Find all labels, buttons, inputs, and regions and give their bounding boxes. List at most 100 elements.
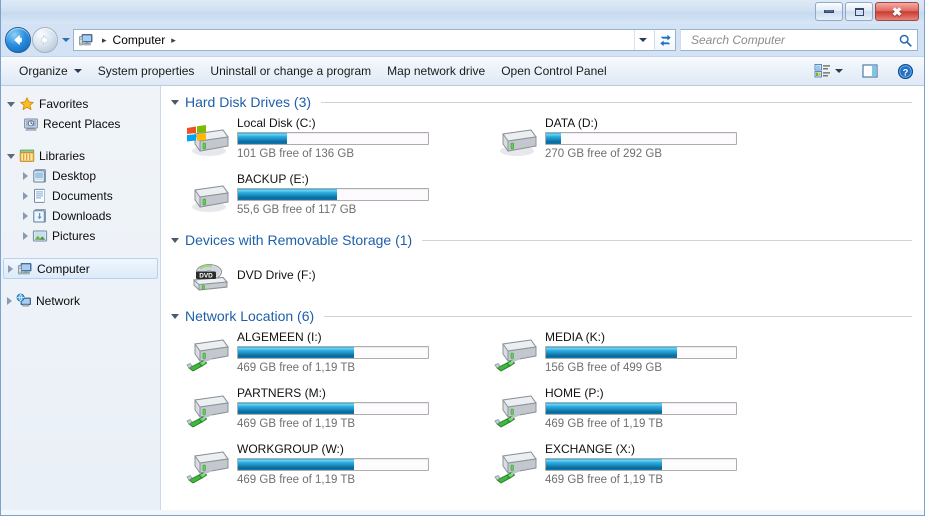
drive-item-data-d[interactable]: DATA (D:) 270 GB free of 292 GB bbox=[493, 114, 743, 166]
command-toolbar: Organize System properties Uninstall or … bbox=[1, 56, 924, 86]
maximize-button[interactable] bbox=[845, 2, 873, 21]
chevron-right-icon[interactable] bbox=[23, 232, 28, 240]
network-icon bbox=[16, 293, 31, 307]
forward-button[interactable] bbox=[32, 27, 58, 53]
drive-capacity-text: 469 GB free of 1,19 TB bbox=[237, 362, 356, 374]
system-properties-button[interactable]: System properties bbox=[90, 60, 203, 82]
breadcrumb-separator-1[interactable]: ▸ bbox=[167, 35, 180, 46]
sidebar-label: Downloads bbox=[52, 209, 112, 223]
drive-item-backup-e[interactable]: BACKUP (E:) 55,6 GB free of 117 GB bbox=[185, 170, 435, 222]
sidebar-item-recent-places[interactable]: Recent Places bbox=[1, 114, 160, 134]
sidebar-label: Computer bbox=[37, 261, 90, 276]
chevron-down-icon[interactable] bbox=[171, 237, 179, 243]
capacity-bar bbox=[237, 132, 429, 145]
group-header-network-location[interactable]: Network Location (6) bbox=[171, 308, 912, 324]
search-box[interactable] bbox=[680, 29, 918, 51]
preview-pane-button[interactable] bbox=[857, 61, 883, 81]
title-bar: ✖ bbox=[1, 0, 924, 24]
chevron-down-icon[interactable] bbox=[171, 99, 179, 105]
drive-item-exchange-x[interactable]: EXCHANGE (X:) 469 GB free of 1,19 TB bbox=[493, 440, 743, 492]
drive-item-workgroup-w[interactable]: WORKGROUP (W:) 469 GB free of 1,19 TB bbox=[185, 440, 435, 492]
map-network-drive-button[interactable]: Map network drive bbox=[379, 60, 493, 82]
drive-item-media-k[interactable]: MEDIA (K:) 156 GB free of 499 GB bbox=[493, 328, 743, 380]
capacity-bar bbox=[545, 458, 737, 471]
dvd-drive-icon: DVD bbox=[192, 264, 229, 291]
group-header-removable-storage[interactable]: Devices with Removable Storage (1) bbox=[171, 232, 912, 248]
help-button[interactable]: ? bbox=[893, 61, 918, 82]
drive-capacity-text: 270 GB free of 292 GB bbox=[545, 148, 662, 160]
organize-label: Organize bbox=[19, 64, 68, 78]
network-drive-icon bbox=[494, 395, 537, 428]
drive-name: WORKGROUP (W:) bbox=[237, 442, 344, 456]
chevron-right-icon[interactable] bbox=[23, 212, 28, 220]
refresh-button[interactable] bbox=[654, 29, 676, 51]
drive-name: PARTNERS (M:) bbox=[237, 386, 326, 400]
sidebar-item-pictures[interactable]: Pictures bbox=[1, 226, 160, 246]
drive-name: HOME (P:) bbox=[545, 386, 604, 400]
chevron-right-icon[interactable] bbox=[8, 264, 13, 273]
chevron-right-icon[interactable] bbox=[7, 297, 12, 305]
chevron-down-icon[interactable] bbox=[7, 101, 15, 107]
window-body: Favorites Recent Places Libraries Deskto… bbox=[1, 86, 924, 510]
capacity-bar bbox=[545, 402, 737, 415]
chevron-right-icon[interactable] bbox=[23, 172, 28, 180]
search-input[interactable] bbox=[689, 32, 898, 48]
breadcrumb-item-computer[interactable]: Computer bbox=[113, 33, 166, 47]
svg-text:DVD: DVD bbox=[199, 272, 213, 279]
desktop-library-icon bbox=[33, 169, 46, 183]
group-header-hard-disk-drives[interactable]: Hard Disk Drives (3) bbox=[171, 94, 912, 110]
drive-info: MEDIA (K:) 156 GB free of 499 GB bbox=[545, 328, 743, 374]
drive-info: Local Disk (C:) 101 GB free of 136 GB bbox=[237, 114, 435, 160]
breadcrumb-dropdown-button[interactable] bbox=[634, 30, 650, 50]
drive-item-home-p[interactable]: HOME (P:) 469 GB free of 1,19 TB bbox=[493, 384, 743, 436]
change-view-icon bbox=[814, 64, 830, 78]
sidebar-item-desktop[interactable]: Desktop bbox=[1, 166, 160, 186]
chevron-down-icon[interactable] bbox=[171, 313, 179, 319]
history-dropdown-button[interactable] bbox=[58, 27, 73, 53]
sidebar-label: Favorites bbox=[39, 97, 89, 111]
sidebar-item-downloads[interactable]: Downloads bbox=[1, 206, 160, 226]
uninstall-label: Uninstall or change a program bbox=[210, 64, 372, 78]
capacity-bar bbox=[237, 402, 429, 415]
organize-button[interactable]: Organize bbox=[11, 60, 90, 82]
uninstall-change-program-button[interactable]: Uninstall or change a program bbox=[202, 60, 379, 82]
back-button[interactable] bbox=[5, 27, 31, 53]
sidebar-item-favorites[interactable]: Favorites bbox=[1, 94, 160, 114]
drive-capacity-text: 101 GB free of 136 GB bbox=[237, 148, 354, 160]
drive-capacity-text: 156 GB free of 499 GB bbox=[545, 362, 662, 374]
sidebar-item-network[interactable]: Network bbox=[1, 291, 160, 311]
sidebar-item-documents[interactable]: Documents bbox=[1, 186, 160, 206]
minimize-button[interactable] bbox=[815, 2, 843, 21]
group-title: Hard Disk Drives (3) bbox=[185, 94, 312, 110]
drive-grid-network: ALGEMEEN (I:) 469 GB free of 1,19 TB MED… bbox=[171, 328, 912, 492]
breadcrumb[interactable]: ▸ Computer ▸ bbox=[73, 29, 654, 51]
chevron-down-icon bbox=[73, 69, 82, 73]
search-icon[interactable] bbox=[898, 33, 913, 48]
drive-item-algemeen-i[interactable]: ALGEMEEN (I:) 469 GB free of 1,19 TB bbox=[185, 328, 435, 380]
sidebar-label: Libraries bbox=[39, 149, 86, 163]
group-title: Devices with Removable Storage (1) bbox=[185, 232, 413, 248]
open-control-panel-button[interactable]: Open Control Panel bbox=[493, 60, 614, 82]
drive-name: BACKUP (E:) bbox=[237, 172, 309, 186]
chevron-right-icon[interactable] bbox=[23, 192, 28, 200]
sidebar-item-libraries[interactable]: Libraries bbox=[1, 146, 160, 166]
drive-item-partners-m[interactable]: PARTNERS (M:) 469 GB free of 1,19 TB bbox=[185, 384, 435, 436]
chevron-down-icon[interactable] bbox=[835, 69, 843, 73]
libraries-icon bbox=[19, 149, 35, 162]
capacity-bar-fill bbox=[238, 133, 288, 144]
drive-name: Local Disk (C:) bbox=[237, 116, 316, 130]
system-properties-label: System properties bbox=[97, 64, 195, 78]
drive-info: HOME (P:) 469 GB free of 1,19 TB bbox=[545, 384, 743, 430]
refresh-icon bbox=[659, 34, 671, 46]
drive-name: DATA (D:) bbox=[545, 116, 598, 130]
pictures-library-icon bbox=[32, 230, 48, 242]
maximize-icon bbox=[854, 7, 864, 16]
drive-name: ALGEMEEN (I:) bbox=[237, 330, 322, 344]
chevron-down-icon[interactable] bbox=[7, 153, 15, 159]
drive-item-local-disk-c[interactable]: Local Disk (C:) 101 GB free of 136 GB bbox=[185, 114, 435, 166]
sidebar-item-computer[interactable]: Computer bbox=[3, 258, 158, 279]
change-view-button[interactable] bbox=[810, 61, 847, 81]
close-button[interactable]: ✖ bbox=[875, 2, 919, 21]
drive-item-dvd-f[interactable]: DVD DVD Drive (F:) bbox=[185, 252, 435, 298]
drive-grid-hard-disks: Local Disk (C:) 101 GB free of 136 GB DA… bbox=[171, 114, 912, 222]
